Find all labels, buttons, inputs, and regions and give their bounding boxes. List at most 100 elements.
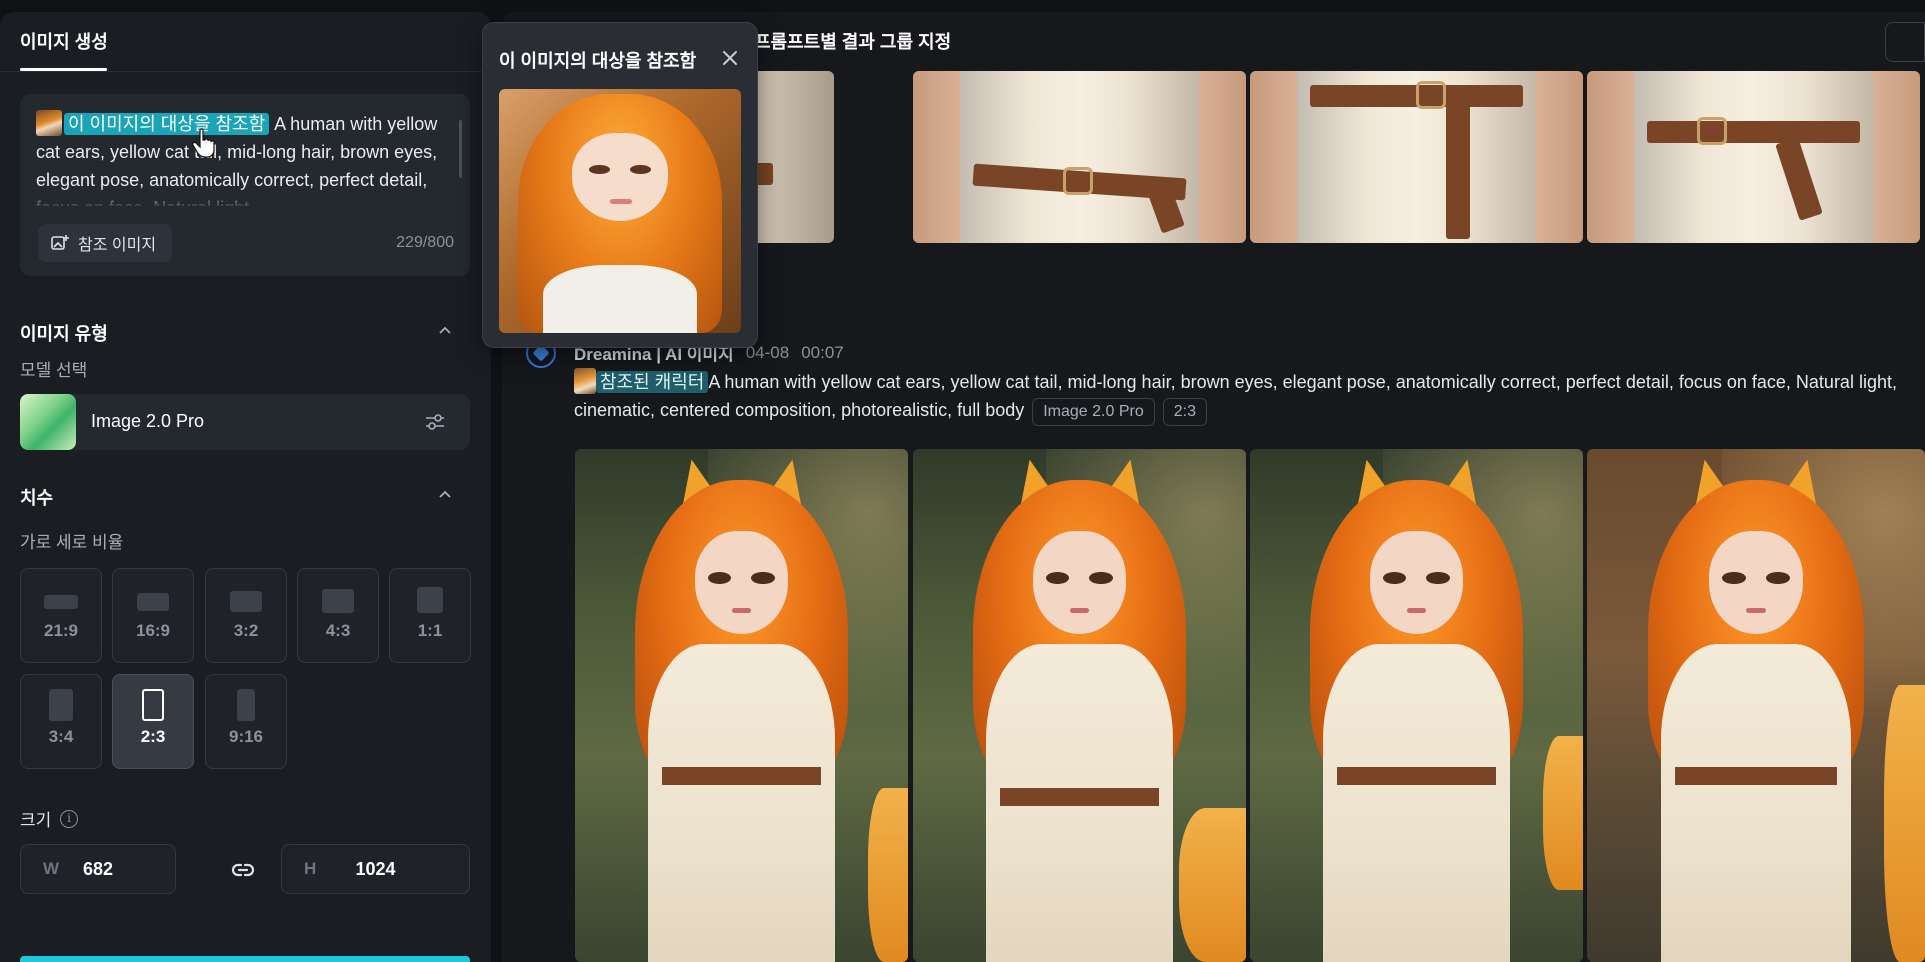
ratio-3-4[interactable]: 3:4 [20,674,102,769]
size-label: 크기 [20,811,52,830]
belt-tail [1775,137,1823,221]
generation-prompt-text: A human with yellow cat ears, yellow cat… [574,372,1897,420]
reference-thumbnail [36,110,62,136]
left-panel: 이미지 생성 이 이미지의 대상을 참조함 A human with yello… [0,12,491,962]
ratio-4-3[interactable]: 4:3 [297,568,379,663]
ratio-2-3[interactable]: 2:3 [112,674,194,769]
mouth [1069,608,1090,614]
reference-image-label: 참조 이미지 [78,237,157,254]
height-input[interactable]: H 1024 [281,844,470,894]
skin [913,71,960,243]
section-title-image-type: 이미지 유형 [20,324,108,344]
ratio-1-1[interactable]: 1:1 [389,568,471,663]
popup-title: 이 이미지의 대상을 참조함 [499,51,697,71]
dress [1323,643,1510,962]
aspect-ratio-label: 가로 세로 비율 [20,533,124,552]
ratio-label: 9:16 [228,727,264,746]
ratio-shape [44,595,78,609]
model-name: Image 2.0 Pro [91,411,205,431]
buckle [1063,167,1093,195]
skin [1250,71,1297,243]
ratio-label: 3:2 [233,621,259,640]
mouth [1406,608,1427,614]
model-select-label: 모델 선택 [20,361,88,380]
section-title-dimensions: 치수 [20,488,54,508]
reference-preview-popup: 이 이미지의 대상을 참조함 [482,22,758,348]
result-image[interactable] [913,71,1246,243]
face [1708,531,1804,634]
ratio-3-2[interactable]: 3:2 [205,568,287,663]
belt [999,787,1160,806]
belt [1646,121,1861,143]
ratio-shape [230,591,262,612]
mouth [1745,608,1767,614]
dress [648,643,835,962]
ratio-shape [417,587,443,613]
result-image[interactable] [1250,71,1583,243]
cat-tail [1179,808,1246,962]
face [694,531,789,634]
prompt-box[interactable]: 이 이미지의 대상을 참조함 A human with yellow cat e… [20,94,470,276]
reference-image-button[interactable]: 참조 이미지 [38,224,172,262]
generation-time: 00:07 [801,342,844,362]
ratio-label: 1:1 [417,621,443,640]
result-image[interactable] [575,449,908,962]
group-by-prompt-label[interactable]: 프롬프트별 결과 그룹 지정 [754,28,951,54]
ratio-label: 16:9 [135,621,171,640]
result-image[interactable] [1587,71,1920,243]
chevron-up-icon[interactable] [438,488,452,502]
face [1369,531,1464,634]
generation-prompt[interactable]: 참조된 캐릭터 A human with yellow cat ears, yel… [574,368,1914,426]
referenced-character-chip[interactable]: 참조된 캐릭터 [596,371,709,393]
ratio-9-16[interactable]: 9:16 [205,674,287,769]
cat-tail [868,787,908,962]
ratio-16-9[interactable]: 16:9 [112,568,194,663]
cat-tail [1543,736,1583,891]
ratio-shape [49,689,73,721]
tab-image-generation[interactable]: 이미지 생성 [20,28,108,54]
ratio-shape [142,689,164,721]
generate-button[interactable] [20,956,470,962]
skin [1587,71,1634,243]
face [571,132,669,221]
image-add-icon [51,235,69,250]
ratio-label: 4:3 [325,621,351,640]
folder-icon[interactable] [1885,22,1925,62]
result-image[interactable] [1250,449,1583,962]
width-input[interactable]: W 682 [20,844,176,894]
ratio-21-9[interactable]: 21:9 [20,568,102,663]
char-count: 229/800 [396,234,454,251]
ratio-shape [237,689,255,721]
cat-tail [1884,684,1925,962]
height-value: 1024 [355,859,396,879]
link-icon[interactable] [230,857,256,883]
ratio-label: 3:4 [48,727,74,746]
reference-chip[interactable]: 이 이미지의 대상을 참조함 [64,113,270,135]
sliders-icon[interactable] [424,412,446,432]
model-selector[interactable]: Image 2.0 Pro [20,394,470,450]
close-icon[interactable] [721,49,739,67]
hand-cursor-icon [192,128,215,158]
mouth [610,198,633,204]
result-image[interactable] [1587,449,1925,962]
ratio-shape [137,593,169,611]
ratio-label: 21:9 [43,621,79,640]
belt [1674,767,1838,785]
model-thumbnail [20,394,76,450]
belt [661,767,822,785]
chevron-up-icon[interactable] [438,324,452,338]
buckle [1697,117,1727,145]
skin [1199,71,1246,243]
shirt [542,264,698,333]
info-icon[interactable]: i [60,810,78,828]
face [1032,531,1127,634]
result-image[interactable] [913,449,1246,962]
skin [1873,71,1920,243]
ratio-tag: 2:3 [1162,398,1207,426]
character-thumbnail [574,368,596,394]
prompt-fade [20,186,470,210]
skin [1536,71,1583,243]
ratio-label: 2:3 [140,727,166,746]
prompt-scrollbar[interactable] [459,120,462,178]
belt-tail [1446,105,1470,239]
